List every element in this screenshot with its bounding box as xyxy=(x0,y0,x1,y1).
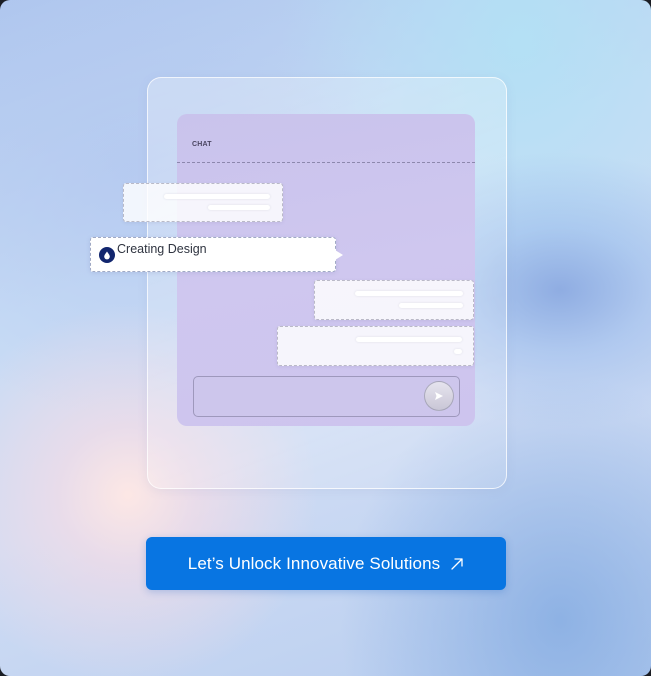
chat-title: CHAT xyxy=(192,141,212,148)
bubble-text-line xyxy=(356,337,462,342)
arrow-up-right-icon xyxy=(450,557,464,571)
status-text: Creating Design xyxy=(117,242,207,256)
chat-bubble-outgoing xyxy=(314,280,474,320)
send-icon xyxy=(435,392,443,400)
cta-label: Let’s Unlock Innovative Solutions xyxy=(187,553,441,573)
cta-button[interactable]: Let’s Unlock Innovative Solutions xyxy=(146,537,506,590)
drop-icon xyxy=(99,247,115,263)
bubble-text-line xyxy=(208,205,270,210)
chat-bubble-incoming xyxy=(123,183,283,222)
bubble-text-line xyxy=(164,194,270,199)
chat-bubble-outgoing xyxy=(277,326,474,366)
bubble-text-line xyxy=(454,349,462,354)
status-chip: Creating Design xyxy=(90,237,343,272)
send-button[interactable] xyxy=(424,381,454,411)
hero-canvas: CHAT Creating Design Let’s Unlock Innova… xyxy=(0,0,651,676)
chat-input[interactable] xyxy=(193,376,460,417)
bubble-text-line xyxy=(355,291,463,296)
chat-divider xyxy=(177,162,475,163)
bubble-text-line xyxy=(399,303,463,308)
